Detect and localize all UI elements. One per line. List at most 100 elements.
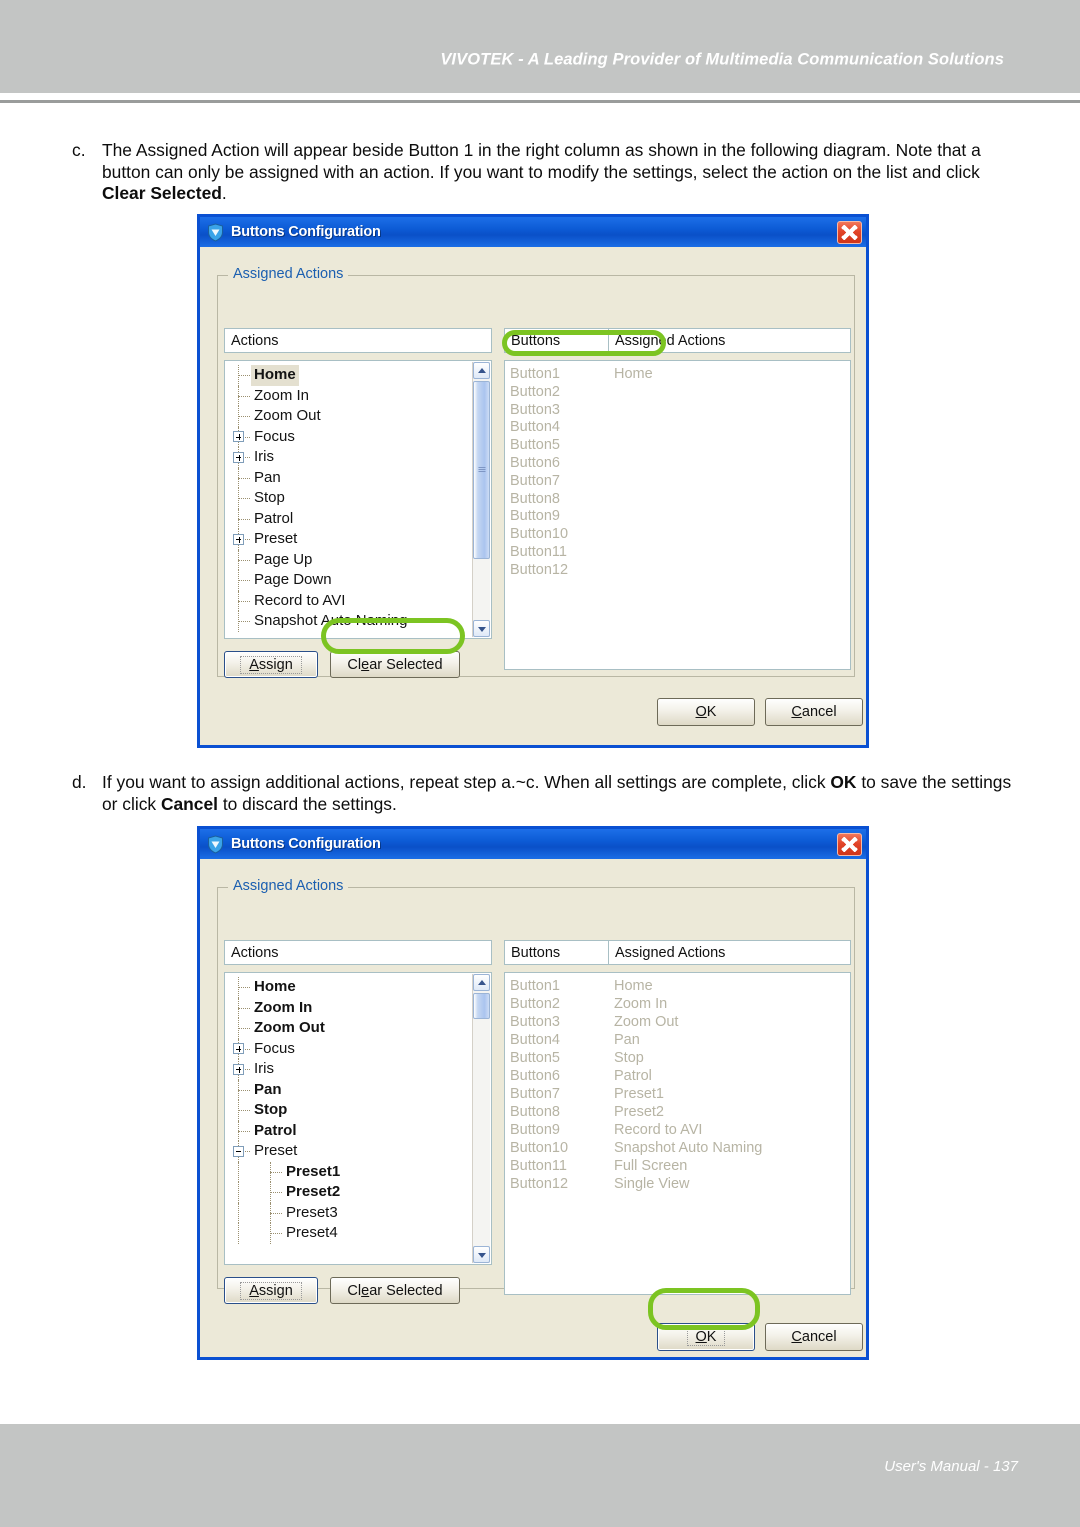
- dialog-1-assigned-header[interactable]: Assigned Actions: [608, 328, 851, 353]
- buttons-configuration-dialog-1[interactable]: Buttons Configuration Assigned Actions A…: [197, 214, 869, 748]
- page-footer-band: [0, 1424, 1080, 1527]
- tree-item-snapshot-auto-naming[interactable]: Snapshot Auto Naming: [230, 611, 471, 632]
- tree-item-iris[interactable]: Iris: [230, 447, 471, 468]
- tree-item-zoom-in[interactable]: Zoom In: [230, 385, 471, 406]
- close-icon[interactable]: [837, 220, 862, 244]
- dialog-2-assigned-header[interactable]: Assigned Actions: [608, 940, 851, 965]
- dialog-2-actions-header-label: Actions: [231, 944, 279, 961]
- assigned-row[interactable]: Button8 Preset2: [510, 1103, 840, 1121]
- tree-item-label: Zoom Out: [254, 407, 321, 424]
- assigned-row[interactable]: Button3 Zoom Out: [510, 1013, 840, 1031]
- tree-item-zoom-out[interactable]: Zoom Out: [230, 406, 471, 427]
- assigned-row[interactable]: Button10 Snapshot Auto Naming: [510, 1139, 840, 1157]
- dialog-1-assigned-list-pane[interactable]: Button1 Home Button2 Button3 Button4 Button5 B…: [504, 360, 851, 670]
- assigned-row[interactable]: Button8: [510, 490, 840, 508]
- assigned-row[interactable]: Button9 Record to AVI: [510, 1121, 840, 1139]
- assigned-row[interactable]: Button6 Patrol: [510, 1067, 840, 1085]
- tree-item-focus[interactable]: Focus: [230, 1038, 471, 1059]
- tree-expand-icon[interactable]: [233, 431, 244, 442]
- tree-item-zoom-in[interactable]: Zoom In: [230, 997, 471, 1018]
- assigned-row-action: Zoom Out: [614, 1014, 679, 1030]
- tree-item-page-up[interactable]: Page Up: [230, 549, 471, 570]
- assigned-row[interactable]: Button4: [510, 418, 840, 436]
- tree-item-home[interactable]: Home: [230, 977, 471, 998]
- tree-item-pan[interactable]: Pan: [230, 467, 471, 488]
- scroll-thumb[interactable]: [473, 381, 490, 559]
- dialog-1-actions-header[interactable]: Actions: [224, 328, 492, 353]
- assigned-row[interactable]: Button7 Preset1: [510, 1085, 840, 1103]
- paragraph-c-label: c.: [72, 140, 86, 160]
- dialog-1-titlebar[interactable]: Buttons Configuration: [200, 217, 866, 247]
- assigned-row[interactable]: Button7: [510, 472, 840, 490]
- tree-expand-icon[interactable]: [233, 533, 244, 545]
- tree-item-stop[interactable]: Stop: [230, 1100, 471, 1121]
- buttons-configuration-dialog-2[interactable]: Buttons Configuration Assigned Actions A…: [197, 826, 869, 1360]
- tree-item-preset1[interactable]: Preset1: [230, 1161, 471, 1182]
- dialog-1-actions-tree-pane[interactable]: Home Zoom In Zoom Out Focus Iris Pan Stop Patro…: [224, 360, 492, 639]
- dialog-2-tree-scrollbar[interactable]: [472, 974, 490, 1263]
- dialog-1-actions-tree[interactable]: Home Zoom In Zoom Out Focus Iris Pan Stop Patro…: [230, 365, 471, 632]
- dialog-2-clear-selected-label: Clear Selected: [347, 1282, 443, 1299]
- assigned-row[interactable]: Button2 Zoom In: [510, 995, 840, 1013]
- close-icon[interactable]: [837, 832, 862, 856]
- tree-item-label: Snapshot Auto Naming: [254, 612, 408, 629]
- tree-collapse-icon[interactable]: [233, 1145, 244, 1157]
- tree-item-patrol[interactable]: Patrol: [230, 508, 471, 529]
- assigned-row-button: Button12: [510, 1176, 569, 1192]
- assigned-row[interactable]: Button5 Stop: [510, 1049, 840, 1067]
- scroll-thumb[interactable]: [473, 993, 490, 1019]
- dialog-1-clear-selected-button[interactable]: Clear Selected: [330, 651, 460, 678]
- assigned-row[interactable]: Button1 Home: [510, 977, 840, 995]
- tree-item-page-down[interactable]: Page Down: [230, 570, 471, 591]
- dialog-1-assign-button[interactable]: Assign: [224, 651, 318, 678]
- tree-item-stop[interactable]: Stop: [230, 488, 471, 509]
- assigned-row[interactable]: Button11: [510, 543, 840, 561]
- dialog-2-buttons-header[interactable]: Buttons: [504, 940, 609, 965]
- tree-expand-icon[interactable]: [233, 1063, 244, 1075]
- scroll-down-arrow-icon[interactable]: [473, 1246, 490, 1263]
- tree-item-home[interactable]: Home: [230, 365, 471, 386]
- tree-item-pan[interactable]: Pan: [230, 1079, 471, 1100]
- assigned-row[interactable]: Button10: [510, 525, 840, 543]
- dialog-1-buttons-header[interactable]: Buttons: [504, 328, 609, 353]
- assigned-row[interactable]: Button1 Home: [510, 365, 840, 383]
- assigned-row[interactable]: Button5: [510, 436, 840, 454]
- assigned-row[interactable]: Button3: [510, 401, 840, 419]
- tree-item-zoom-out[interactable]: Zoom Out: [230, 1018, 471, 1039]
- scroll-down-arrow-icon[interactable]: [473, 620, 490, 637]
- dialog-1-cancel-button[interactable]: Cancel: [765, 698, 863, 726]
- dialog-1-tree-scrollbar[interactable]: [472, 362, 490, 637]
- tree-item-preset[interactable]: Preset: [230, 1141, 471, 1162]
- dialog-2-actions-tree[interactable]: Home Zoom In Zoom Out Focus Iris Pan Stop Patro…: [230, 977, 471, 1244]
- dialog-2-actions-tree-pane[interactable]: Home Zoom In Zoom Out Focus Iris Pan Stop Patro…: [224, 972, 492, 1265]
- dialog-2-assigned-list-pane[interactable]: Button1 Home Button2 Zoom In Button3 Zoom Out…: [504, 972, 851, 1295]
- assigned-row[interactable]: Button4 Pan: [510, 1031, 840, 1049]
- tree-item-label: Zoom In: [254, 386, 310, 404]
- tree-item-record-to-avi[interactable]: Record to AVI: [230, 590, 471, 611]
- assigned-row[interactable]: Button6: [510, 454, 840, 472]
- dialog-2-assign-button[interactable]: Assign: [224, 1277, 318, 1304]
- scroll-up-arrow-icon[interactable]: [473, 974, 490, 991]
- tree-item-iris[interactable]: Iris: [230, 1059, 471, 1080]
- assigned-row[interactable]: Button12: [510, 561, 840, 579]
- dialog-1-ok-button[interactable]: OK: [657, 698, 755, 726]
- assigned-row[interactable]: Button9: [510, 507, 840, 525]
- tree-item-focus[interactable]: Focus: [230, 426, 471, 447]
- tree-expand-icon[interactable]: [233, 451, 244, 463]
- assigned-row[interactable]: Button2: [510, 383, 840, 401]
- dialog-2-clear-selected-button[interactable]: Clear Selected: [330, 1277, 460, 1304]
- tree-item-preset[interactable]: Preset: [230, 529, 471, 550]
- dialog-2-actions-header[interactable]: Actions: [224, 940, 492, 965]
- tree-item-patrol[interactable]: Patrol: [230, 1120, 471, 1141]
- assigned-row-action: Patrol: [614, 1068, 652, 1084]
- tree-expand-icon[interactable]: [233, 1043, 244, 1054]
- tree-item-preset4[interactable]: Preset4: [230, 1223, 471, 1244]
- scroll-up-arrow-icon[interactable]: [473, 362, 490, 379]
- tree-item-preset3[interactable]: Preset3: [230, 1202, 471, 1223]
- dialog-2-ok-button[interactable]: OK: [657, 1323, 755, 1351]
- assigned-row[interactable]: Button12 Single View: [510, 1175, 840, 1193]
- assigned-row[interactable]: Button11 Full Screen: [510, 1157, 840, 1175]
- dialog-2-cancel-button[interactable]: Cancel: [765, 1323, 863, 1351]
- dialog-2-titlebar[interactable]: Buttons Configuration: [200, 829, 866, 859]
- tree-item-preset2[interactable]: Preset2: [230, 1182, 471, 1203]
